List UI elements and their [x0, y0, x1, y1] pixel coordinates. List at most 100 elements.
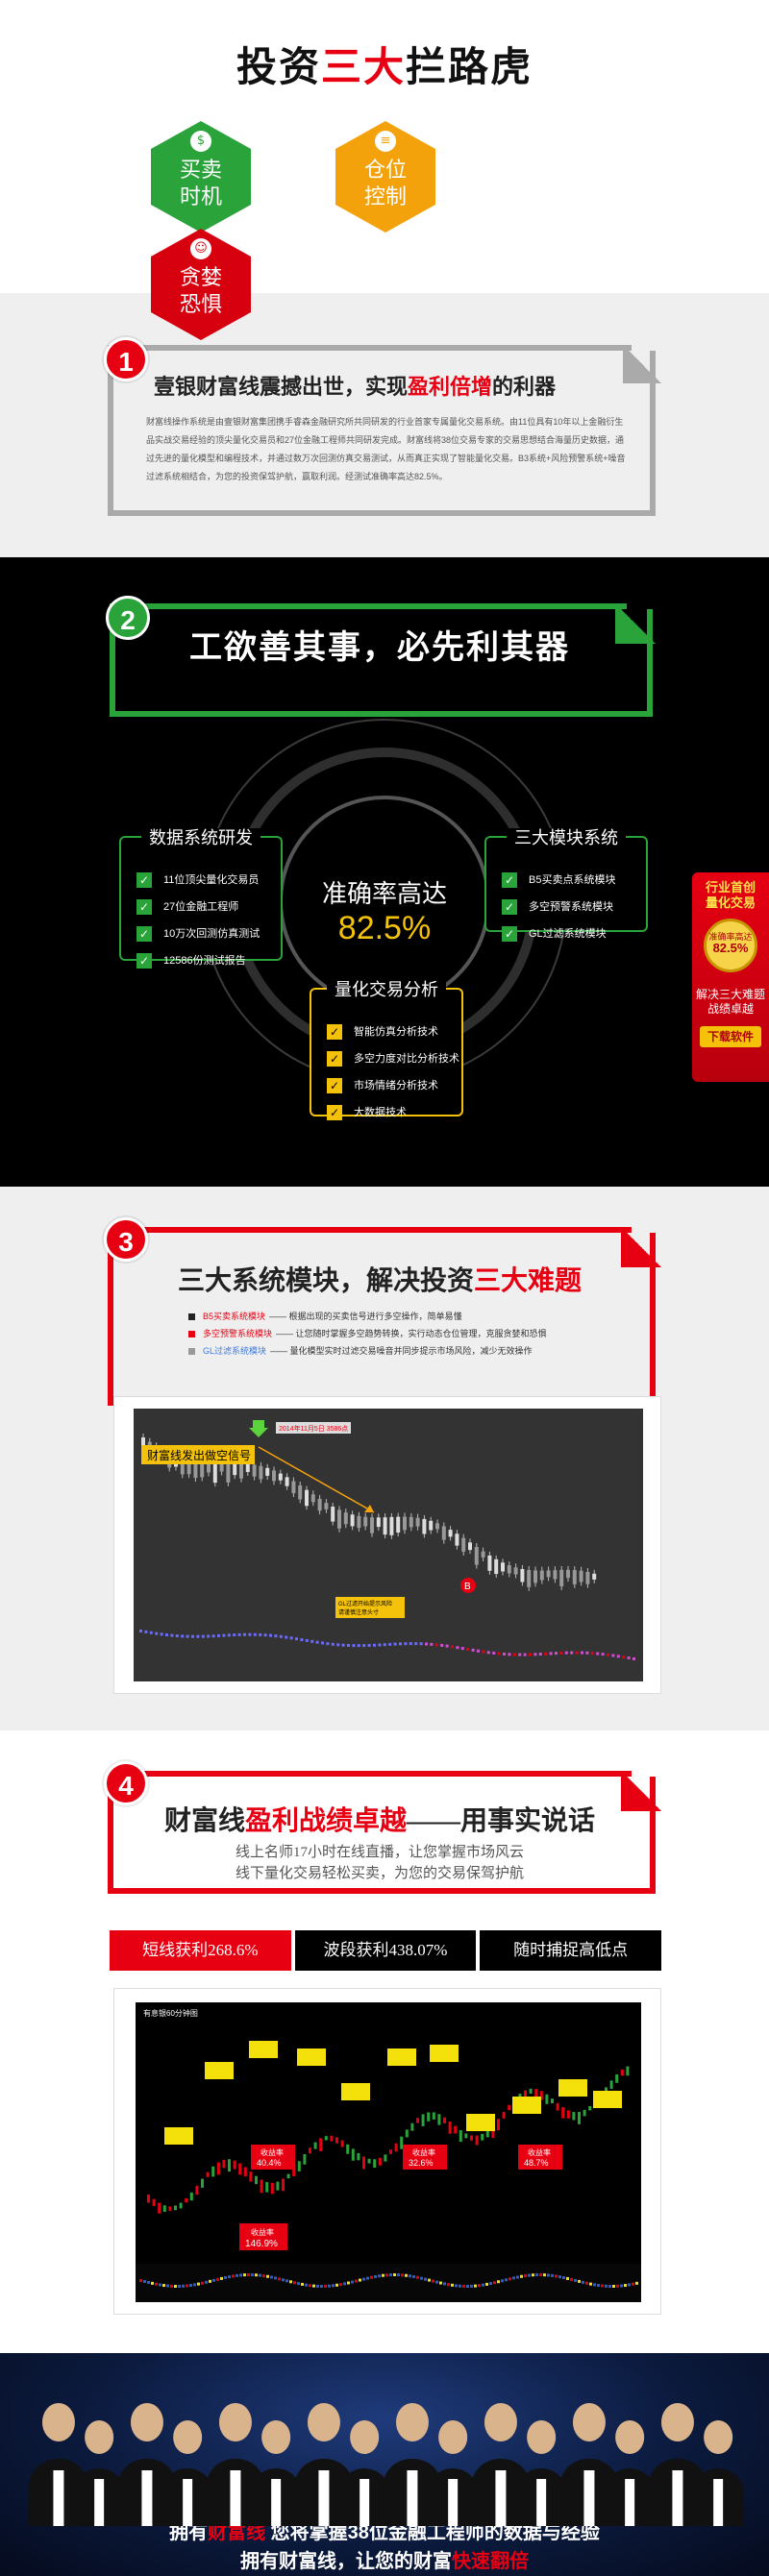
indicator-dot — [555, 2274, 558, 2278]
candle — [383, 1517, 387, 1535]
candle — [370, 1517, 374, 1533]
callout-label: 收益率 — [251, 2227, 274, 2237]
indicator-band — [136, 2264, 641, 2302]
candle — [454, 2125, 458, 2134]
indicator-dot — [412, 2274, 415, 2278]
indicator-dot — [251, 2273, 254, 2277]
indicator-dot — [393, 2273, 396, 2276]
indicator-dot — [189, 2283, 192, 2287]
tab-highs-lows[interactable]: 随时捕捉高低点 — [480, 1930, 662, 1971]
list-item: ✓ 多空预警系统模块 — [502, 894, 615, 920]
chart-note: GL过滤开始提示风险 — [338, 1600, 392, 1607]
candle — [421, 2114, 425, 2126]
candle — [330, 2135, 334, 2142]
note-box — [430, 2045, 459, 2062]
check-icon: ✓ — [136, 926, 152, 942]
signal-dot — [523, 1653, 527, 1656]
indicator-dot — [505, 2278, 508, 2282]
accuracy-value: 82.5% — [337, 910, 432, 946]
indicator-dot — [593, 2283, 596, 2287]
signal-dot — [233, 1633, 236, 1637]
download-software-button[interactable]: 下载软件 — [700, 1026, 761, 1047]
indicator-dot — [236, 2273, 238, 2277]
hex-buy-sell-timing: $ 买卖 时机 — [151, 121, 251, 233]
indicator-dot — [335, 2283, 338, 2287]
medal-icon: 准确率高达 82.5% — [704, 919, 757, 972]
chart-head: 有息银60分钟图 — [143, 2008, 198, 2018]
list-item: ✓ 11位顶尖量化交易员 — [136, 867, 260, 894]
signal-dot — [181, 1634, 185, 1638]
indicator-dot — [574, 2278, 577, 2282]
note-box — [387, 2049, 416, 2066]
candle — [276, 2181, 280, 2191]
candle — [475, 2135, 479, 2146]
candle — [539, 1570, 544, 1581]
candle — [350, 1514, 355, 1527]
indicator-dot — [170, 2284, 173, 2288]
note-box — [164, 2127, 193, 2145]
person-icon: ☺ — [190, 238, 211, 259]
candle — [222, 2159, 226, 2169]
section-badge-1: 1 — [104, 337, 148, 381]
candle — [583, 2109, 586, 2117]
indicator-dot — [316, 2284, 319, 2288]
performance-chart-image: 有息银60分钟图 收益率 40.4% 收益率 32.6% 收益率 48.7% 收… — [113, 1988, 661, 2315]
callout-label: 收益率 — [528, 2147, 551, 2157]
candle — [429, 1520, 434, 1531]
signal-dot — [482, 1650, 485, 1654]
candle — [481, 2133, 484, 2141]
side-ad-banner[interactable]: 行业首创 量化交易 准确率高达 82.5% 解决三大难题 战绩卓越 下载软件 — [692, 872, 769, 1082]
section-2-title: 工欲善其事，必先利其器 — [189, 630, 570, 666]
signal-dot — [237, 1632, 241, 1636]
indicator-dot — [459, 2284, 461, 2288]
candle — [415, 1517, 420, 1527]
candle — [400, 2136, 404, 2149]
indicator-dot — [297, 2282, 300, 2286]
candle — [228, 2159, 231, 2172]
indicator-dot — [143, 2279, 146, 2283]
team-member — [559, 2403, 619, 2526]
hero-section: 投资三大拦路虎 $ 买卖 时机 ≡ 仓位 控制 ☺ 贪婪 恐惧 — [0, 0, 769, 340]
indicator-dot — [247, 2273, 250, 2277]
indicator-dot — [416, 2275, 419, 2279]
signal-dot — [393, 1642, 397, 1646]
candle — [609, 2080, 613, 2089]
indicator-dot — [162, 2284, 165, 2288]
signal-dot — [279, 1634, 283, 1638]
indicator-dot — [362, 2277, 365, 2281]
signal-dot — [425, 1642, 428, 1646]
candle — [416, 2118, 419, 2123]
indicator-dot — [566, 2276, 569, 2280]
candle — [405, 2129, 409, 2138]
check-icon: ✓ — [327, 1078, 342, 1093]
signal-dot — [357, 1644, 360, 1648]
signal-dot — [144, 1630, 148, 1633]
candle — [249, 2171, 253, 2182]
signal-dot — [538, 1653, 542, 1656]
indicator-dot — [228, 2275, 231, 2279]
frame-topbar — [110, 603, 627, 609]
indicator-dot — [570, 2277, 573, 2281]
tab-swing[interactable]: 波段获利438.07% — [294, 1930, 477, 1971]
candle — [337, 1509, 341, 1529]
candle — [448, 2121, 452, 2134]
indicator-dot — [562, 2276, 565, 2280]
candle — [520, 1568, 525, 1582]
candle — [501, 1562, 505, 1572]
indicator-dot — [220, 2276, 223, 2280]
indicator-dot — [262, 2274, 265, 2278]
indicator-dot — [428, 2278, 431, 2282]
candle — [363, 1516, 368, 1527]
indicator-dot — [147, 2280, 150, 2284]
bullet-icon — [188, 1330, 195, 1337]
indicator-dot — [174, 2284, 177, 2288]
tab-short-term[interactable]: 短线获利268.6% — [110, 1930, 291, 1971]
team-member — [117, 2403, 177, 2526]
indicator-dot — [289, 2280, 292, 2284]
ad-headline: 行业首创 量化交易 — [705, 880, 756, 910]
callout-value: 48.7% — [524, 2158, 549, 2168]
candle — [389, 2149, 392, 2154]
list-item: ✓ 大数据技术 — [327, 1099, 459, 1126]
indicator-dot — [239, 2273, 242, 2277]
indicator-dot — [309, 2284, 311, 2288]
